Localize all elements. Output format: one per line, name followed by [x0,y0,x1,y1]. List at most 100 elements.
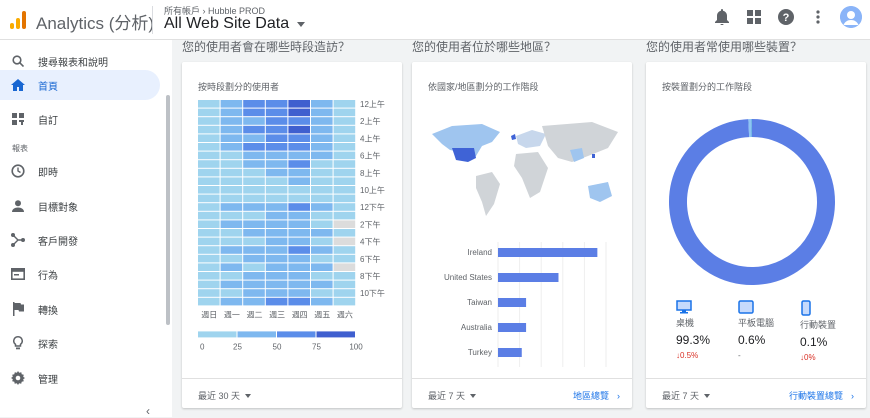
heatmap-cell [311,220,333,228]
sidebar-item-behavior[interactable]: 行為 [0,259,160,289]
device-label: 平板電腦 [738,316,774,329]
heatmap-cell [221,195,243,203]
heatmap-cell [288,203,310,211]
heatmap-cell [221,229,243,237]
heatmap-cell [221,298,243,306]
heatmap-cell [221,117,243,125]
clock-icon [10,163,26,179]
geo-bar [498,298,526,307]
heatmap-cell [198,160,220,168]
heatmap-cell [311,195,333,203]
mobile-icon [800,300,812,316]
geo-category-label: Taiwan [467,298,492,307]
africa-shape [514,152,548,198]
heatmap-cell [334,160,356,168]
heatmap-cell [198,152,220,160]
heatmap-cell [266,238,288,246]
donut-slice [678,128,826,276]
more-vert-icon[interactable] [808,7,828,27]
geo-overview-link[interactable]: 地區總覽 › [573,389,620,402]
heatmap-cell [288,212,310,220]
heatmap-cell [311,255,333,263]
sidebar-scrollbar[interactable] [166,95,170,325]
heatmap-cell [266,109,288,117]
heatmap-x-label: 週日 [201,310,217,319]
heatmap-y-label: 8下午 [360,271,380,281]
sidebar-item-audience[interactable]: 目標對象 [0,191,160,221]
apps-icon[interactable] [744,7,764,27]
ireland-shape [511,134,516,140]
chevron-right-icon: › [851,391,854,401]
heatmap-cell [266,143,288,151]
heatmap-cell [243,126,265,134]
heatmap-cell [311,160,333,168]
heatmap-cell [334,143,356,151]
account-icon[interactable] [840,6,862,28]
sidebar-item-label: 自訂 [38,112,58,127]
heatmap-cell [243,255,265,263]
heatmap-cell [198,169,220,177]
heatmap-cell [221,186,243,194]
device-change: - [738,351,774,360]
sidebar-item-discover[interactable]: 探索 [0,328,160,358]
sidebar-item-conversions[interactable]: 轉換 [0,294,160,324]
collapse-sidebar-icon[interactable]: ‹ [146,404,150,418]
caret-down-icon [297,22,305,27]
heatmap-cell [311,109,333,117]
heatmap-cell [311,177,333,185]
sidebar-item-acquisition[interactable]: 客戶開發 [0,225,160,255]
geo-bar [498,348,522,357]
heatmap-cell [221,263,243,271]
geo-range-selector[interactable]: 最近 7 天 [428,389,476,402]
heatmap-cell [243,263,265,271]
app-name-suffix: (分析) [109,14,154,33]
heatmap-cell [198,100,220,108]
heatmap-cell [266,229,288,237]
heatmap-cell [243,203,265,211]
heatmap-cell [334,203,356,211]
heatmap-cell [288,195,310,203]
heatmap-cell [311,169,333,177]
device-change: ↓0.5% [676,351,710,360]
heatmap-y-label: 2下午 [360,219,380,229]
help-icon[interactable]: ? [776,7,796,27]
device-range-selector[interactable]: 最近 7 天 [662,389,710,402]
device-value: 0.6% [738,333,774,347]
sidebar-item-admin[interactable]: 管理 [0,363,160,393]
heatmap-cell [334,281,356,289]
heatmap-legend-swatch [317,331,356,337]
heatmap-cell [334,169,356,177]
bell-icon[interactable] [712,7,732,27]
heatmap-cell [288,152,310,160]
geo-category-label: United States [444,273,492,282]
sidebar-item-realtime[interactable]: 即時 [0,156,160,186]
mobile-overview-link[interactable]: 行動裝置總覽 › [789,389,854,402]
time-range-selector[interactable]: 最近 30 天 [198,389,251,402]
heatmap-cell [334,255,356,263]
heatmap-y-label: 10上午 [360,185,385,195]
sidebar: 搜尋報表和說明 首頁 自訂 報表 即時 目標對象 客戶開發 行為 [0,40,172,417]
sidebar-item-custom[interactable]: 自訂 [0,104,160,134]
heatmap-y-label: 10下午 [360,288,385,298]
sidebar-item-home[interactable]: 首頁 [0,70,160,100]
heatmap-legend-tick: 0 [200,342,205,351]
geo-question: 您的使用者位於哪些地區？ [412,38,556,55]
heatmap-cell [334,177,356,185]
heatmap-x-label: 週四 [292,310,308,319]
heatmap-cell [311,134,333,142]
australia-shape [588,182,612,202]
device-label: 行動裝置 [800,318,836,331]
desktop-icon [676,300,692,314]
view-selector[interactable]: All Web Site Data [164,15,305,33]
caret-down-icon [245,394,251,398]
heatmap-cell [198,109,220,117]
heatmap-cell [288,238,310,246]
acquisition-icon [10,232,26,248]
heatmap-cell [243,238,265,246]
heatmap-cell [311,203,333,211]
heatmap-cell [266,272,288,280]
device-range-label: 最近 7 天 [662,389,699,402]
heatmap-cell [243,134,265,142]
device-change: ↓0% [800,353,836,362]
caret-down-icon [470,394,476,398]
